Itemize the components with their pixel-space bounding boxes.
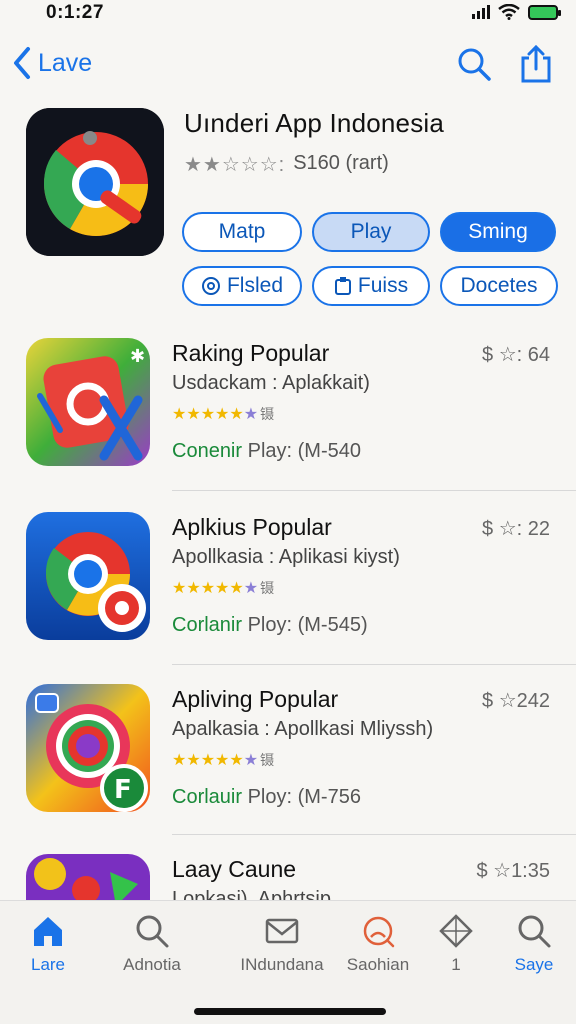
pill-fuiss[interactable]: Fuiss [312, 266, 430, 306]
item-stars: ★★★★★★ 镊 [172, 578, 274, 598]
share-icon[interactable] [518, 44, 554, 84]
item-subtitle: Usdackam : Aplaƙkait) [172, 372, 370, 394]
browser-logo-icon [26, 512, 150, 640]
app-icon[interactable] [26, 108, 164, 256]
item-price: $ ☆242 [482, 690, 550, 712]
star-tag: 镊 [260, 406, 275, 422]
divider [172, 664, 576, 665]
app-icon: F [26, 684, 150, 812]
status-bar: 0:1:27 [0, 0, 576, 26]
item-subtitle: Apalkasia : Apollkasi Mliyssh) [172, 718, 434, 740]
star-half: ★ [243, 580, 259, 597]
status-time: 0:1:27 [46, 2, 104, 23]
app-header: Uınderi App Indonesia ★★☆☆☆: S160 (rart)… [26, 108, 558, 308]
stars-full: ★★★★★ [172, 752, 244, 769]
signal-icon [472, 5, 490, 19]
rating-count: S160 (rart) [293, 152, 389, 174]
tab-label: INdundana [240, 955, 324, 974]
chevron-left-icon [14, 47, 30, 79]
back-button[interactable]: Lave [12, 46, 92, 80]
item-title: Laay Caune [172, 856, 297, 882]
stars-full: ★★★★★ [172, 406, 244, 423]
list-item[interactable]: ✱ Raking Popular $ ☆: 64 Usdackam : Apla… [0, 338, 576, 488]
pill-matp[interactable]: Matp [182, 212, 302, 252]
at-icon [201, 277, 220, 295]
tab-saye[interactable]: Saye [486, 913, 576, 975]
pill-label: Fuiss [357, 274, 409, 297]
star-tag: 镊 [260, 752, 275, 768]
item-title: Raking Popular [172, 340, 330, 366]
game-logo-icon: ✱ [26, 338, 150, 466]
home-indicator[interactable] [194, 1008, 386, 1015]
app-title: Uınderi App Indonesia [184, 108, 445, 138]
clipboard-icon [334, 277, 351, 295]
action-pills-row1: Matp Play Sming [182, 212, 556, 252]
camera-logo-icon: F [26, 684, 150, 812]
face-icon [363, 916, 395, 948]
stars-full: ★★★★★ [172, 580, 244, 597]
pill-flsled[interactable]: Flsled [182, 266, 302, 306]
nav-bar: Lave [0, 40, 576, 92]
tab-mail[interactable]: INdundana [234, 913, 330, 975]
app-rating: ★★☆☆☆: S160 (rart) [184, 152, 389, 177]
app-icon: ✱ [26, 338, 150, 466]
tab-home[interactable]: Lare [0, 913, 96, 975]
list-item[interactable]: F Apliving Popular $ ☆242 Apalkasia : Ap… [0, 684, 576, 834]
list-item[interactable]: Aplkius Popular $ ☆: 22 Apollkasia : Apl… [0, 512, 576, 662]
item-stars: ★★★★★★ 镊 [172, 750, 274, 770]
home-icon [34, 917, 62, 946]
tab-label: Saye [514, 955, 554, 974]
rating-stars: ★★☆☆☆: [184, 154, 286, 176]
svg-text:✱: ✱ [130, 346, 145, 367]
item-price: $ ☆: 22 [482, 518, 550, 540]
mail-icon [265, 918, 299, 944]
item-subtitle: Apollkasia : Aplikasi kiyst) [172, 546, 400, 568]
meta-green: Conenir [172, 440, 243, 462]
item-title: Aplkius Popular [172, 514, 332, 540]
tab-label: Adnotia [123, 955, 181, 974]
back-label: Lave [38, 48, 93, 77]
tab-bar: Lare Adnotia INdundana Saohian 1 Saye [0, 900, 576, 1024]
search-icon [136, 915, 169, 948]
item-meta: Conenir Play: (M-540 [172, 440, 361, 463]
status-icons [472, 4, 561, 20]
diamond-icon [439, 914, 473, 948]
divider [172, 834, 576, 835]
item-price: $ ☆1:35 [476, 860, 550, 882]
browser-logo-icon [26, 108, 164, 256]
action-pills-row2: Flsled Fuiss Docetes [182, 266, 558, 306]
search-icon[interactable] [456, 44, 492, 84]
tab-search[interactable]: Adnotia [104, 913, 200, 975]
pill-label: Flsled [226, 274, 284, 297]
meta-rest: Ploy: (M-545) [247, 614, 368, 636]
item-meta: Corlauir Ploy: (M-756 [172, 786, 361, 809]
item-price: $ ☆: 64 [482, 344, 550, 366]
meta-rest: Ploy: (M-756 [247, 786, 361, 808]
meta-green: Corlanir [172, 614, 243, 636]
tab-label: Lare [30, 955, 66, 974]
star-tag: 镊 [260, 580, 275, 596]
meta-rest: Play: (M-540 [247, 440, 361, 462]
star-half: ★ [243, 752, 259, 769]
pill-sming[interactable]: Sming [440, 212, 556, 252]
item-stars: ★★★★★★ 镊 [172, 404, 274, 424]
pill-play[interactable]: Play [312, 212, 430, 252]
search-icon [518, 915, 551, 948]
item-title: Apliving Popular [172, 686, 339, 712]
meta-green: Corlauir [172, 786, 243, 808]
battery-icon [528, 4, 561, 20]
app-icon [26, 512, 150, 640]
pill-docetes[interactable]: Docetes [440, 266, 558, 306]
divider [172, 490, 576, 491]
star-half: ★ [243, 406, 259, 423]
svg-text:F: F [114, 775, 132, 805]
item-meta: Corlanir Ploy: (M-545) [172, 614, 368, 637]
wifi-icon [498, 4, 520, 20]
